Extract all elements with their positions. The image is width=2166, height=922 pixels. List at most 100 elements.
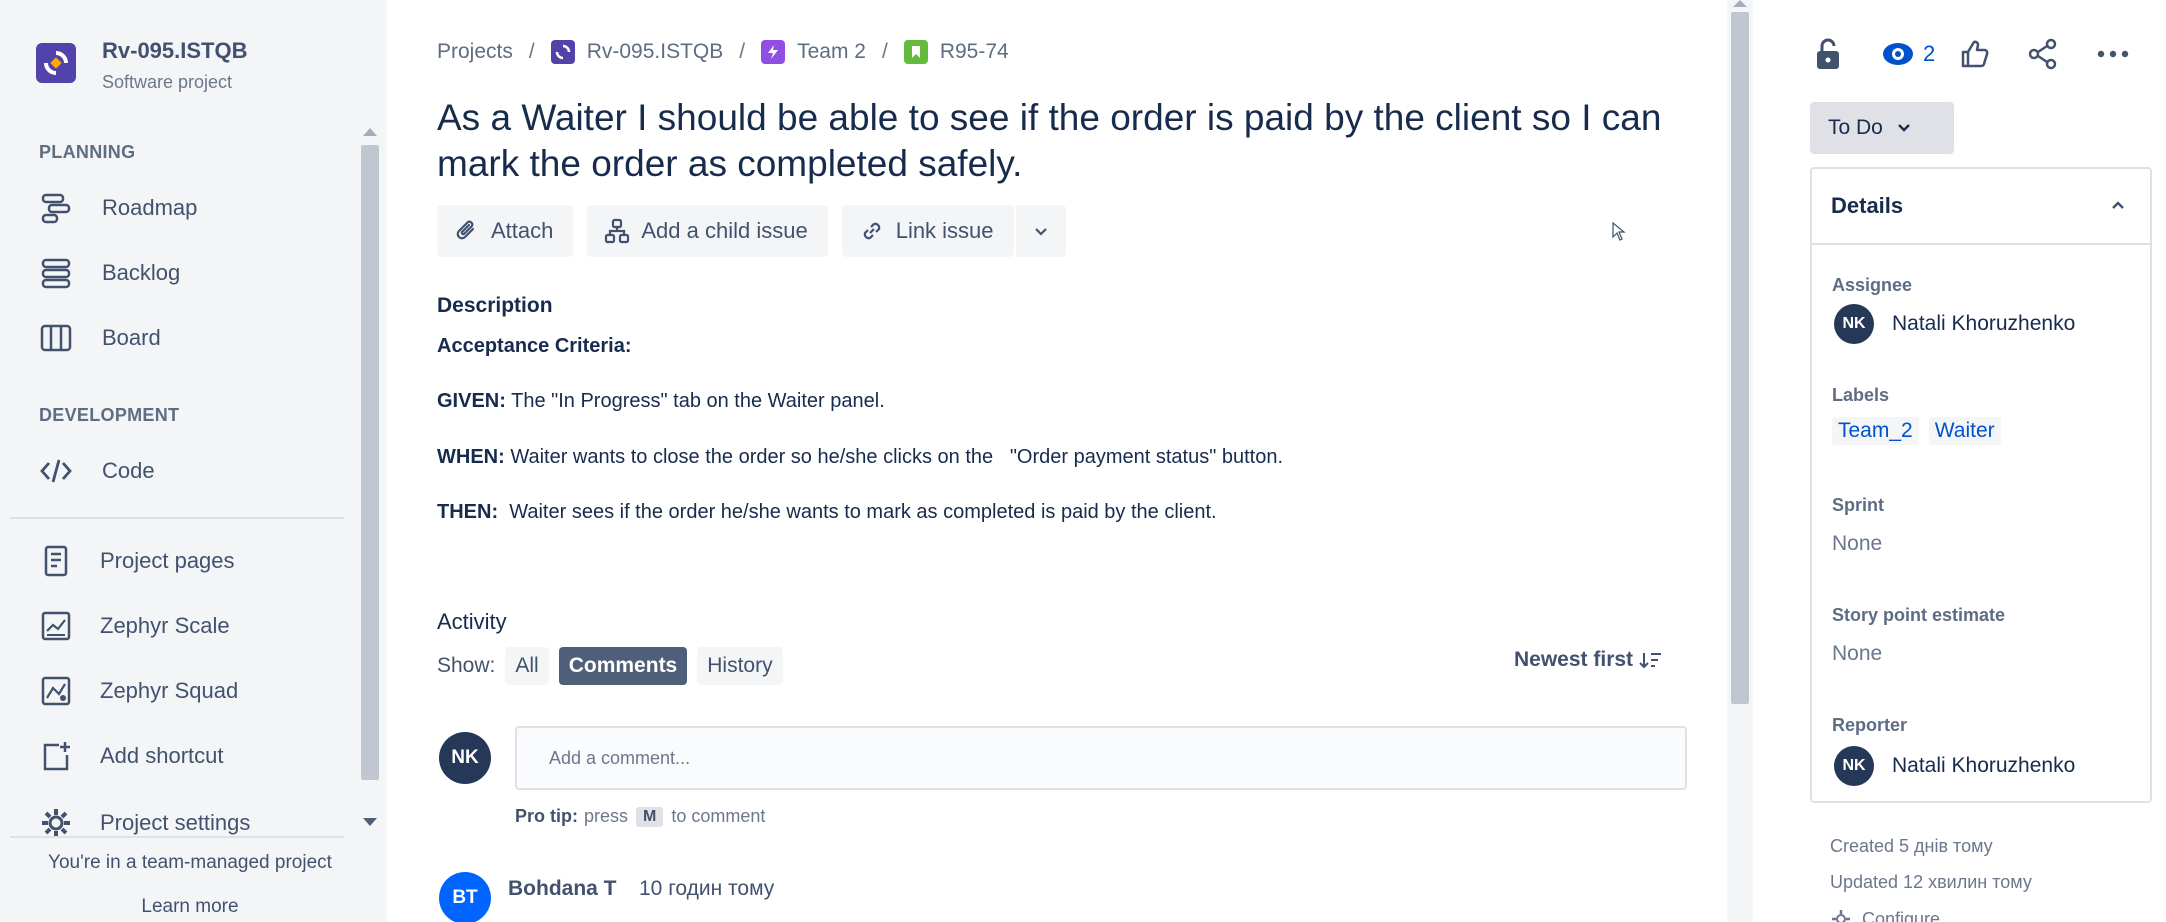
- issue-title[interactable]: As a Waiter I should be able to see if t…: [437, 95, 1667, 187]
- pro-tip: Pro tip: press M to comment: [515, 806, 766, 827]
- description-label: Description: [437, 294, 553, 317]
- more-actions-dropdown[interactable]: [1013, 205, 1066, 257]
- sprint-value[interactable]: None: [1832, 532, 1882, 556]
- paperclip-icon: [453, 217, 481, 245]
- assignee-name: Natali Khoruzhenko: [1892, 312, 2076, 335]
- sidebar-item-board[interactable]: Board: [36, 315, 346, 361]
- labels-field[interactable]: Team_2 Waiter: [1832, 417, 2011, 445]
- sidebar-item-label: Project settings: [100, 810, 251, 835]
- tab-comments[interactable]: Comments: [558, 647, 688, 685]
- share-button[interactable]: [2027, 36, 2059, 72]
- sidebar-item-code[interactable]: Code: [36, 448, 346, 494]
- assignee-field[interactable]: NK Natali Khoruzhenko: [1834, 304, 2075, 344]
- sort-order-button[interactable]: Newest first: [1514, 648, 1663, 672]
- breadcrumb-issue[interactable]: R95-74: [903, 40, 1009, 64]
- sidebar-divider: [10, 517, 344, 519]
- acceptance-criteria-heading[interactable]: Acceptance Criteria:: [437, 335, 632, 358]
- planning-section-title: PLANNING: [39, 142, 136, 162]
- details-header[interactable]: Details: [1812, 169, 2150, 245]
- then-line[interactable]: THEN: Waiter sees if the order he/she wa…: [437, 501, 1217, 524]
- sidebar-item-label: Zephyr Scale: [100, 613, 230, 638]
- given-line[interactable]: GIVEN: The "In Progress" tab on the Wait…: [437, 390, 885, 413]
- comment-time: 10 годин тому: [639, 877, 775, 900]
- sidebar-item-project-pages[interactable]: Project pages: [36, 538, 346, 584]
- scroll-up-arrow-icon[interactable]: [363, 128, 377, 136]
- scroll-down-arrow-icon[interactable]: [363, 818, 377, 826]
- reporter-field[interactable]: NK Natali Khoruzhenko: [1834, 746, 2075, 786]
- sidebar-item-label: Board: [102, 325, 161, 350]
- development-section-title: DEVELOPMENT: [39, 405, 180, 425]
- label-chip[interactable]: Team_2: [1832, 417, 1919, 445]
- child-issue-icon: [603, 217, 631, 245]
- created-timestamp: Created 5 днів тому: [1830, 836, 1993, 856]
- sidebar-item-label: Zephyr Squad: [100, 678, 239, 703]
- sidebar-item-zephyr-scale[interactable]: Zephyr Scale: [36, 603, 346, 649]
- comment-author[interactable]: Bohdana T: [508, 877, 617, 901]
- team-managed-notice: You're in a team-managed project: [48, 852, 332, 873]
- configure-link[interactable]: Configure: [1830, 908, 1940, 922]
- avatar: NK: [1834, 746, 1874, 786]
- add-shortcut-icon: [36, 736, 76, 776]
- issue-toolbar: 2: [1813, 36, 2153, 72]
- chevron-up-icon[interactable]: [2110, 197, 2126, 213]
- assignee-label: Assignee: [1832, 275, 1913, 295]
- label-chip[interactable]: Waiter: [1928, 417, 2001, 445]
- roadmap-icon: [36, 188, 76, 228]
- updated-timestamp: Updated 12 хвилин тому: [1830, 872, 2032, 892]
- epic-lightning-icon: [761, 40, 786, 64]
- sidebar-item-project-settings[interactable]: Project settings: [36, 800, 346, 846]
- sidebar-item-roadmap[interactable]: Roadmap: [36, 185, 346, 231]
- reporter-label: Reporter: [1832, 715, 1908, 735]
- sidebar-item-label: Roadmap: [102, 195, 198, 220]
- when-line[interactable]: WHEN: Waiter wants to close the order so…: [437, 446, 1283, 469]
- status-dropdown[interactable]: To Do: [1810, 102, 1954, 154]
- details-section: Details Assignee NK Natali Khoruzhenko L…: [1810, 167, 2152, 803]
- sidebar-scroll-thumb[interactable]: [361, 145, 379, 780]
- backlog-icon: [36, 253, 76, 293]
- project-logo-icon: [44, 51, 68, 75]
- avatar: NK: [439, 732, 491, 784]
- breadcrumb-separator: /: [881, 40, 888, 63]
- scroll-up-arrow-icon[interactable]: [1733, 0, 1747, 7]
- chevron-down-icon: [1898, 124, 1910, 132]
- more-options-button[interactable]: [2096, 36, 2130, 72]
- add-child-issue-button[interactable]: Add a child issue: [587, 205, 828, 257]
- breadcrumb-project[interactable]: Rv-095.ISTQB: [550, 40, 723, 64]
- share-icon: [2028, 38, 2057, 70]
- sidebar-item-label: Code: [102, 458, 155, 483]
- project-name-wrap: Rv-095.ISTQB Software project: [102, 38, 248, 93]
- vote-button[interactable]: [1959, 36, 1991, 72]
- comment-input[interactable]: Add a comment...: [515, 726, 1687, 790]
- breadcrumb-projects[interactable]: Projects: [437, 40, 513, 64]
- reporter-name: Natali Khoruzhenko: [1892, 754, 2076, 777]
- sidebar-item-label: Project pages: [100, 548, 235, 573]
- project-header[interactable]: Rv-095.ISTQB Software project: [36, 38, 248, 93]
- sidebar-item-backlog[interactable]: Backlog: [36, 250, 346, 296]
- unlock-icon: [1817, 38, 1839, 69]
- project-logo-icon: [550, 40, 575, 64]
- tab-all[interactable]: All: [505, 647, 549, 685]
- main-scroll-thumb[interactable]: [1731, 12, 1749, 704]
- zephyr-scale-icon: [36, 606, 76, 646]
- watch-button[interactable]: 2: [1881, 36, 1935, 72]
- story-bookmark-icon: [903, 40, 928, 64]
- attach-button[interactable]: Attach: [437, 205, 574, 257]
- story-point-label: Story point estimate: [1832, 605, 2006, 625]
- sprint-label: Sprint: [1832, 495, 1884, 515]
- code-icon: [36, 451, 76, 491]
- issue-main: Projects / Rv-095.ISTQB / Team 2 / R95-7…: [387, 0, 1727, 922]
- link-issue-button[interactable]: Link issue: [841, 205, 1014, 257]
- story-point-value[interactable]: None: [1832, 642, 1882, 666]
- issue-details-panel: 2 To Do Details Assignee NK Natali Khoru…: [1753, 0, 2166, 922]
- restrict-button[interactable]: [1813, 36, 1843, 72]
- project-avatar: [36, 43, 76, 83]
- more-icon: [2097, 50, 2129, 58]
- sidebar-item-add-shortcut[interactable]: Add shortcut: [36, 733, 346, 779]
- learn-more-link[interactable]: Learn more: [0, 896, 380, 918]
- breadcrumb-epic[interactable]: Team 2: [761, 40, 866, 64]
- eye-icon: [1883, 43, 1913, 65]
- avatar[interactable]: BT: [439, 872, 491, 922]
- tab-history[interactable]: History: [697, 647, 783, 685]
- sidebar-item-label: Add shortcut: [100, 743, 224, 768]
- sidebar-item-zephyr-squad[interactable]: Zephyr Squad: [36, 668, 346, 714]
